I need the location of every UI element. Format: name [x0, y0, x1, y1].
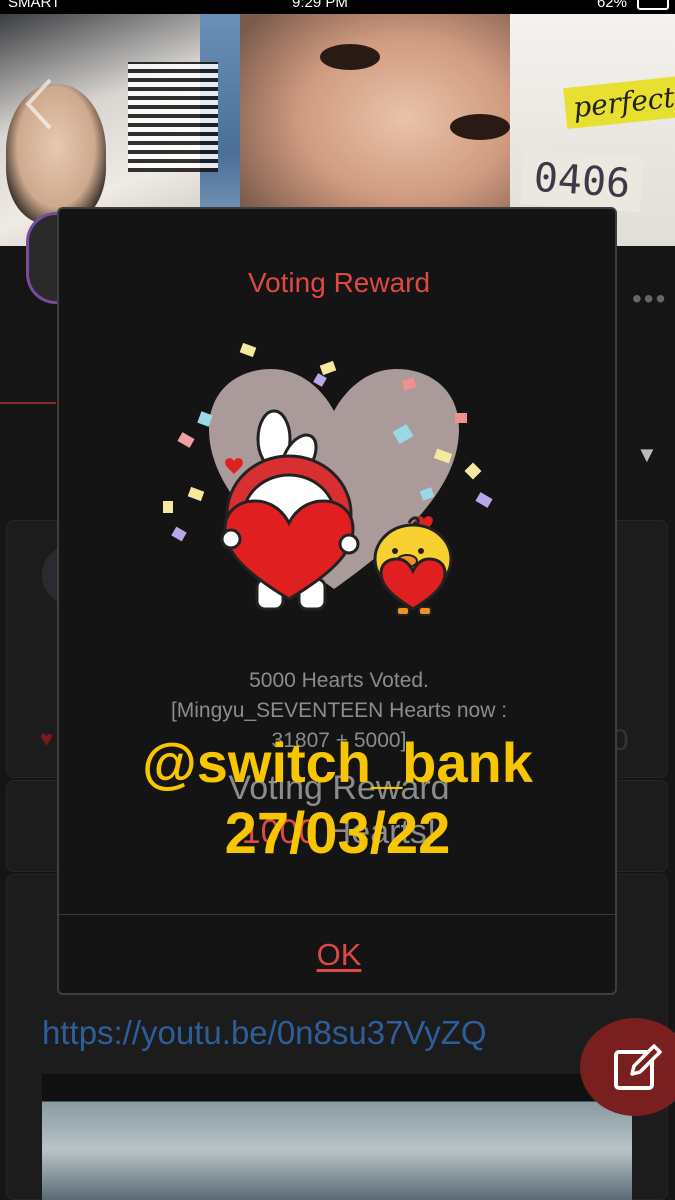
- edit-icon[interactable]: [612, 1042, 664, 1094]
- watermark-handle: @switch_bank: [142, 731, 533, 794]
- voting-reward-dialog: Voting Reward 5000 Hearts Voted. [Mingyu…: [57, 207, 617, 995]
- vote-message-line: 5000 Hearts Voted.: [249, 669, 429, 692]
- back-chevron-icon[interactable]: [22, 76, 56, 132]
- dialog-title: Voting Reward: [247, 267, 431, 298]
- more-options-icon[interactable]: •••: [632, 283, 667, 315]
- watermark-date: 27/03/22: [224, 801, 451, 866]
- battery-percent: 62%: [596, 0, 627, 11]
- carrier-label: SMART: [8, 0, 61, 11]
- zigzag-pattern: [128, 62, 218, 172]
- eye-detail: [320, 44, 380, 70]
- vote-message-line: [Mingyu_SEVENTEEN Hearts now :: [170, 699, 508, 722]
- banner-date-text: 0406: [520, 149, 644, 213]
- chevron-down-icon[interactable]: ▼: [636, 442, 658, 468]
- clock: 9:29 PM: [292, 0, 348, 11]
- ok-button[interactable]: OK: [289, 937, 389, 981]
- battery-icon: [637, 0, 669, 10]
- active-tab-indicator: [0, 402, 56, 404]
- youtube-link[interactable]: https://youtu.be/0n8su37VyZQ: [42, 1014, 487, 1052]
- collage-portrait-left: [6, 84, 106, 224]
- status-bar: SMART 9:29 PM 62%: [0, 0, 675, 14]
- divider: [59, 914, 615, 915]
- video-thumbnail[interactable]: [42, 1074, 632, 1200]
- rabbit-chick-heart-sticker: [163, 342, 493, 616]
- eye-detail: [450, 114, 510, 140]
